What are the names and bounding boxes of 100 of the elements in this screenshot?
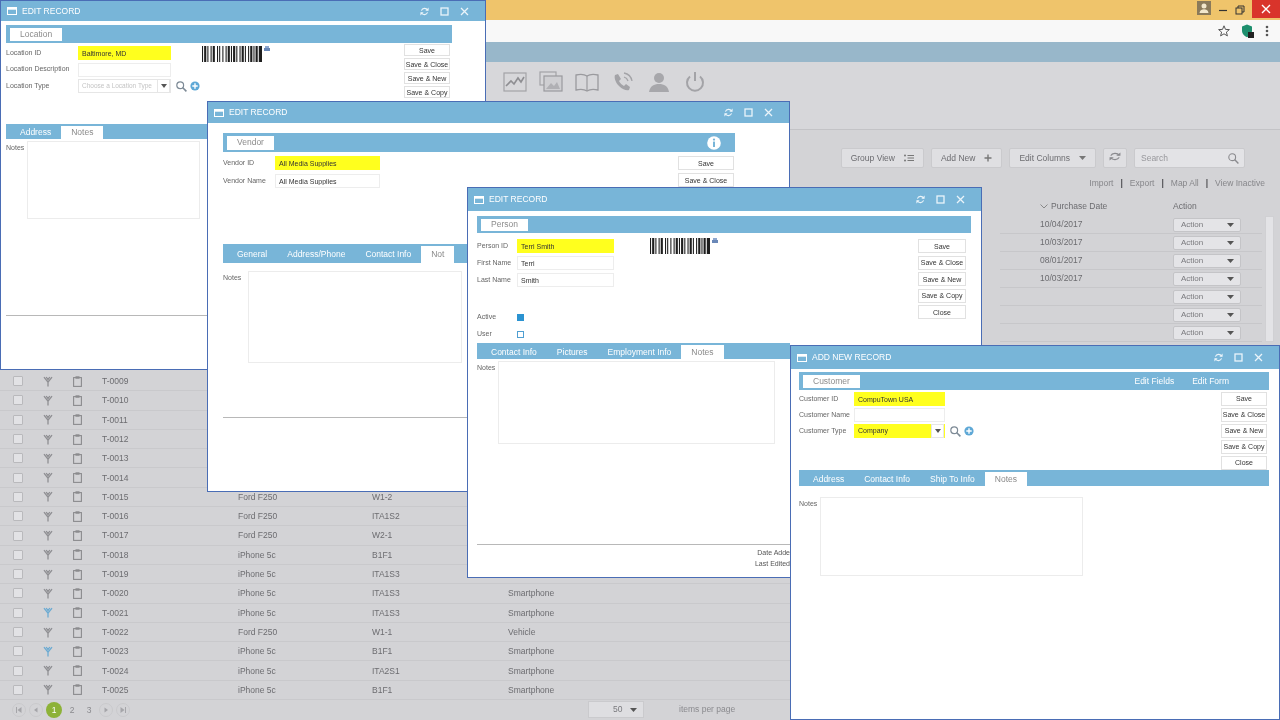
tab[interactable]: Employment Info — [597, 345, 682, 359]
tab[interactable]: Ship To Info — [920, 472, 985, 486]
checkbox[interactable] — [13, 569, 23, 580]
fork-icon[interactable] — [43, 491, 53, 503]
fork-icon[interactable] — [43, 394, 53, 406]
group-view-button[interactable]: Group View — [840, 148, 924, 168]
tab[interactable]: Contact Info — [355, 246, 422, 263]
clipboard-icon[interactable] — [73, 433, 82, 445]
checkbox[interactable] — [13, 588, 23, 599]
fork-icon[interactable] — [43, 587, 53, 599]
fork-icon[interactable] — [43, 510, 53, 522]
search-field[interactable]: Search — [1134, 148, 1245, 168]
tab[interactable]: Notes — [681, 345, 724, 359]
page-button[interactable]: 1 — [46, 701, 62, 718]
tab[interactable]: Address — [10, 126, 62, 139]
previous-page-icon[interactable] — [29, 702, 43, 717]
clipboard-icon[interactable] — [73, 472, 82, 484]
action-dropdown[interactable]: Action — [1173, 307, 1241, 322]
add-icon[interactable] — [190, 81, 200, 91]
action-dropdown[interactable]: Action — [1173, 217, 1241, 232]
tab[interactable]: Notes — [61, 126, 104, 139]
page-button[interactable]: 3 — [82, 702, 96, 717]
checkbox[interactable] — [13, 684, 23, 695]
tab[interactable]: Notes — [984, 472, 1027, 486]
checkbox[interactable] — [13, 472, 23, 483]
close-icon[interactable] — [1254, 353, 1263, 362]
chart-icon[interactable] — [503, 71, 527, 93]
add-new-button[interactable]: Add New — [930, 148, 1003, 168]
refresh-button[interactable] — [1103, 148, 1127, 168]
refresh-icon[interactable] — [916, 195, 925, 204]
refresh-icon[interactable] — [420, 6, 429, 16]
clipboard-icon[interactable] — [73, 452, 82, 464]
tab[interactable]: General — [227, 246, 278, 263]
star-icon[interactable] — [1218, 25, 1230, 37]
maximize-icon[interactable] — [936, 195, 945, 204]
action-dropdown[interactable]: Action — [1173, 289, 1241, 304]
fork-icon[interactable] — [43, 549, 53, 561]
search-icon[interactable] — [176, 80, 187, 92]
header-link[interactable]: Edit Form — [1192, 375, 1229, 387]
fork-icon[interactable] — [43, 645, 53, 657]
menu-icon[interactable] — [1265, 25, 1269, 37]
checkbox[interactable] — [517, 330, 524, 338]
refresh-icon[interactable] — [1214, 353, 1223, 362]
tab[interactable]: Address — [803, 472, 855, 486]
clipboard-icon[interactable] — [73, 549, 82, 561]
checkbox[interactable] — [13, 530, 23, 541]
checkbox[interactable] — [13, 607, 23, 618]
sort-chevron-icon[interactable] — [1040, 203, 1048, 209]
close-icon[interactable] — [956, 195, 965, 204]
checkbox[interactable] — [13, 376, 23, 387]
checkbox[interactable] — [13, 453, 23, 464]
fork-icon[interactable] — [43, 530, 53, 541]
fork-icon[interactable] — [43, 433, 53, 445]
maximize-icon[interactable] — [440, 6, 449, 16]
add-icon[interactable] — [964, 426, 974, 436]
last-page-icon[interactable] — [116, 702, 130, 717]
book-icon[interactable] — [575, 71, 599, 93]
action-dropdown[interactable]: Action — [1173, 325, 1241, 340]
checkbox[interactable] — [13, 511, 23, 522]
clipboard-icon[interactable] — [73, 510, 82, 522]
fork-icon[interactable] — [43, 684, 53, 696]
grid-link[interactable]: View Inactive — [1215, 176, 1265, 190]
close-icon[interactable] — [1252, 0, 1280, 18]
first-page-icon[interactable] — [12, 702, 26, 717]
maximize-icon[interactable] — [744, 108, 753, 117]
maximize-icon[interactable] — [1234, 353, 1243, 362]
refresh-icon[interactable] — [724, 108, 733, 117]
clipboard-icon[interactable] — [73, 375, 82, 387]
clipboard-icon[interactable] — [73, 530, 82, 541]
clipboard-icon[interactable] — [73, 607, 82, 619]
checkbox[interactable] — [517, 313, 524, 321]
page-size-select[interactable]: 50 — [588, 701, 644, 719]
tab[interactable]: Contact Info — [854, 472, 921, 486]
pictures-icon[interactable] — [539, 71, 563, 93]
action-dropdown[interactable]: Action — [1173, 271, 1241, 286]
column-header[interactable]: Purchase Date — [1051, 200, 1108, 212]
grid-link[interactable]: Import — [1089, 176, 1114, 190]
checkbox[interactable] — [13, 627, 23, 637]
checkbox[interactable] — [13, 665, 23, 676]
clipboard-icon[interactable] — [73, 414, 82, 426]
close-icon[interactable] — [764, 108, 773, 117]
fork-icon[interactable] — [43, 665, 53, 677]
clipboard-icon[interactable] — [73, 491, 82, 503]
fork-icon[interactable] — [43, 375, 53, 387]
fork-icon[interactable] — [43, 607, 53, 619]
page-button[interactable]: 2 — [65, 702, 79, 717]
tab[interactable]: Address/Phone — [277, 246, 356, 263]
printer-icon[interactable] — [264, 46, 270, 51]
account-icon[interactable] — [1197, 1, 1211, 15]
clipboard-icon[interactable] — [73, 684, 82, 696]
clipboard-icon[interactable] — [73, 665, 82, 677]
printer-icon[interactable] — [712, 238, 718, 243]
tab[interactable]: Contact Info — [481, 345, 547, 359]
section-tab[interactable]: Vendor — [227, 135, 274, 150]
shield-icon[interactable] — [1241, 24, 1254, 38]
fork-icon[interactable] — [43, 568, 53, 580]
checkbox[interactable] — [13, 549, 23, 560]
clipboard-icon[interactable] — [73, 587, 82, 599]
action-dropdown[interactable]: Action — [1173, 253, 1241, 268]
edit-columns-button[interactable]: Edit Columns — [1009, 148, 1096, 168]
